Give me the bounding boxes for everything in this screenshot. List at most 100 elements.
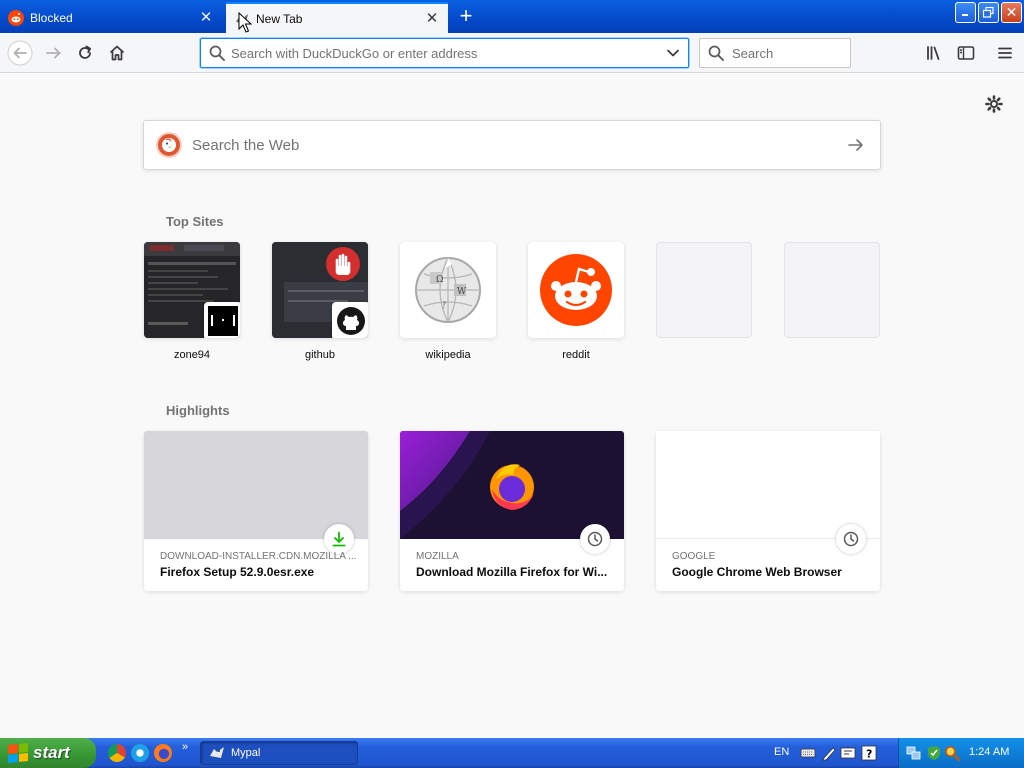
sidebar-icon — [957, 46, 975, 60]
top-site-label: zone94 — [173, 349, 211, 361]
search-icon — [708, 45, 724, 61]
top-site-zone94[interactable]: zone94 — [144, 242, 240, 361]
new-tab-button[interactable]: + — [452, 4, 480, 30]
tab-blocked[interactable]: Blocked ✕ — [0, 2, 222, 33]
network-icon[interactable] — [906, 745, 922, 761]
tab-title: New Tab — [256, 11, 303, 26]
start-button[interactable]: start — [0, 738, 96, 768]
wikipedia-globe-icon: Ω Wᚠ — [400, 242, 496, 338]
help-icon[interactable]: ? — [861, 745, 877, 761]
navigation-toolbar: Search with DuckDuckGo or enter address … — [0, 33, 1024, 73]
close-tab-icon[interactable]: ✕ — [424, 10, 440, 27]
highlight-title: Firefox Setup 52.9.0esr.exe — [160, 565, 315, 579]
maximize-button[interactable] — [978, 2, 999, 23]
menu-button[interactable] — [991, 39, 1019, 67]
library-icon — [927, 46, 940, 60]
svg-text:Ω: Ω — [436, 275, 443, 285]
window-controls: ✕ — [955, 2, 1022, 23]
new-tab-page: Search the Web Top Sites zone94 github Ω… — [0, 74, 1024, 738]
tab-new-tab[interactable]: New Tab ✕ — [226, 2, 448, 33]
highlight-host: MOZILLA — [416, 551, 459, 562]
empty-tile — [784, 242, 880, 338]
top-sites-title: Top Sites — [166, 214, 224, 229]
back-arrow-icon — [7, 40, 33, 66]
highlight-thumbnail — [400, 431, 624, 539]
highlight-thumbnail — [144, 431, 368, 539]
language-indicator[interactable]: EN — [774, 746, 789, 758]
top-site-wikipedia[interactable]: Ω Wᚠ wikipedia — [400, 242, 496, 361]
back-button[interactable] — [6, 39, 34, 67]
pen-icon[interactable] — [821, 745, 837, 761]
highlight-host: GOOGLE — [672, 551, 716, 562]
home-icon — [109, 45, 125, 61]
top-site-empty[interactable] — [784, 242, 880, 349]
web-search-box[interactable]: Search the Web — [143, 120, 881, 170]
address-input[interactable]: Search with DuckDuckGo or enter address — [231, 46, 666, 61]
top-site-thumbnail — [272, 242, 368, 338]
top-site-label: reddit — [562, 349, 590, 361]
windows-logo-icon — [8, 742, 28, 764]
svg-text:ᚠ: ᚠ — [442, 300, 447, 311]
gear-icon[interactable] — [984, 94, 1004, 114]
svg-text:?: ? — [866, 748, 872, 761]
web-search-input[interactable]: Search the Web — [192, 137, 846, 154]
taskbar-button-label: Mypal — [231, 747, 261, 759]
tab-strip: Blocked ✕ New Tab ✕ + ✕ — [0, 0, 1024, 33]
highlight-card[interactable]: GOOGLE Google Chrome Web Browser — [656, 431, 880, 591]
top-site-github[interactable]: github — [272, 242, 368, 361]
taskbar-button-mypal[interactable]: Mypal — [200, 741, 358, 765]
empty-tile — [656, 242, 752, 338]
address-bar[interactable]: Search with DuckDuckGo or enter address — [200, 38, 689, 68]
forward-arrow-icon — [46, 47, 61, 59]
search-bar[interactable]: Search — [699, 38, 851, 68]
firefox-icon[interactable] — [154, 744, 172, 762]
mypal-icon — [210, 747, 224, 758]
internet-explorer-icon[interactable] — [131, 744, 149, 762]
top-site-reddit[interactable]: reddit — [528, 242, 624, 361]
minimize-button[interactable] — [955, 2, 976, 23]
quick-launch-more[interactable]: » — [182, 741, 188, 753]
tab-title: Blocked — [30, 10, 73, 25]
highlight-host: DOWNLOAD-INSTALLER.CDN.MOZILLA ... — [160, 551, 356, 562]
chevron-down-icon[interactable] — [666, 46, 680, 60]
highlight-card[interactable]: DOWNLOAD-INSTALLER.CDN.MOZILLA ... Firef… — [144, 431, 368, 591]
search-input[interactable]: Search — [732, 46, 773, 61]
mouse-cursor-icon — [238, 12, 252, 33]
reload-icon — [79, 45, 92, 59]
close-tab-icon[interactable]: ✕ — [198, 9, 214, 26]
download-icon — [324, 524, 354, 554]
language-bar-icon[interactable] — [840, 745, 856, 761]
keyboard-icon[interactable] — [800, 745, 816, 761]
sidebar-button[interactable] — [952, 39, 980, 67]
security-shield-icon[interactable] — [926, 745, 942, 761]
top-site-thumbnail — [144, 242, 240, 338]
library-button[interactable] — [920, 39, 948, 67]
top-site-label: wikipedia — [425, 349, 471, 361]
hamburger-menu-icon — [998, 47, 1012, 59]
chrome-icon[interactable] — [108, 744, 126, 762]
top-site-empty[interactable] — [656, 242, 752, 349]
start-label: start — [33, 743, 70, 762]
home-button[interactable] — [103, 39, 131, 67]
reddit-icon — [528, 242, 624, 338]
quick-launch — [108, 744, 172, 762]
system-tray: 1:24 AM — [898, 738, 1024, 768]
top-site-label: github — [305, 349, 335, 361]
close-window-button[interactable]: ✕ — [1001, 2, 1022, 23]
history-clock-icon — [580, 524, 610, 554]
highlight-title: Download Mozilla Firefox for Wi... — [416, 565, 608, 579]
forward-button[interactable] — [40, 39, 68, 67]
history-clock-icon — [836, 524, 866, 554]
arrow-right-icon[interactable] — [846, 135, 866, 155]
pong-icon — [204, 302, 240, 338]
magnifier-icon[interactable] — [944, 745, 960, 761]
highlight-card[interactable]: MOZILLA Download Mozilla Firefox for Wi.… — [400, 431, 624, 591]
github-icon — [332, 302, 368, 338]
reddit-icon — [8, 9, 24, 26]
highlight-title: Google Chrome Web Browser — [672, 565, 842, 579]
highlights-title: Highlights — [166, 403, 230, 418]
clock[interactable]: 1:24 AM — [969, 746, 1009, 758]
reload-button[interactable] — [71, 39, 99, 67]
highlight-thumbnail — [656, 431, 880, 539]
windows-taskbar: start » Mypal EN ? 1:24 AM — [0, 738, 1024, 768]
